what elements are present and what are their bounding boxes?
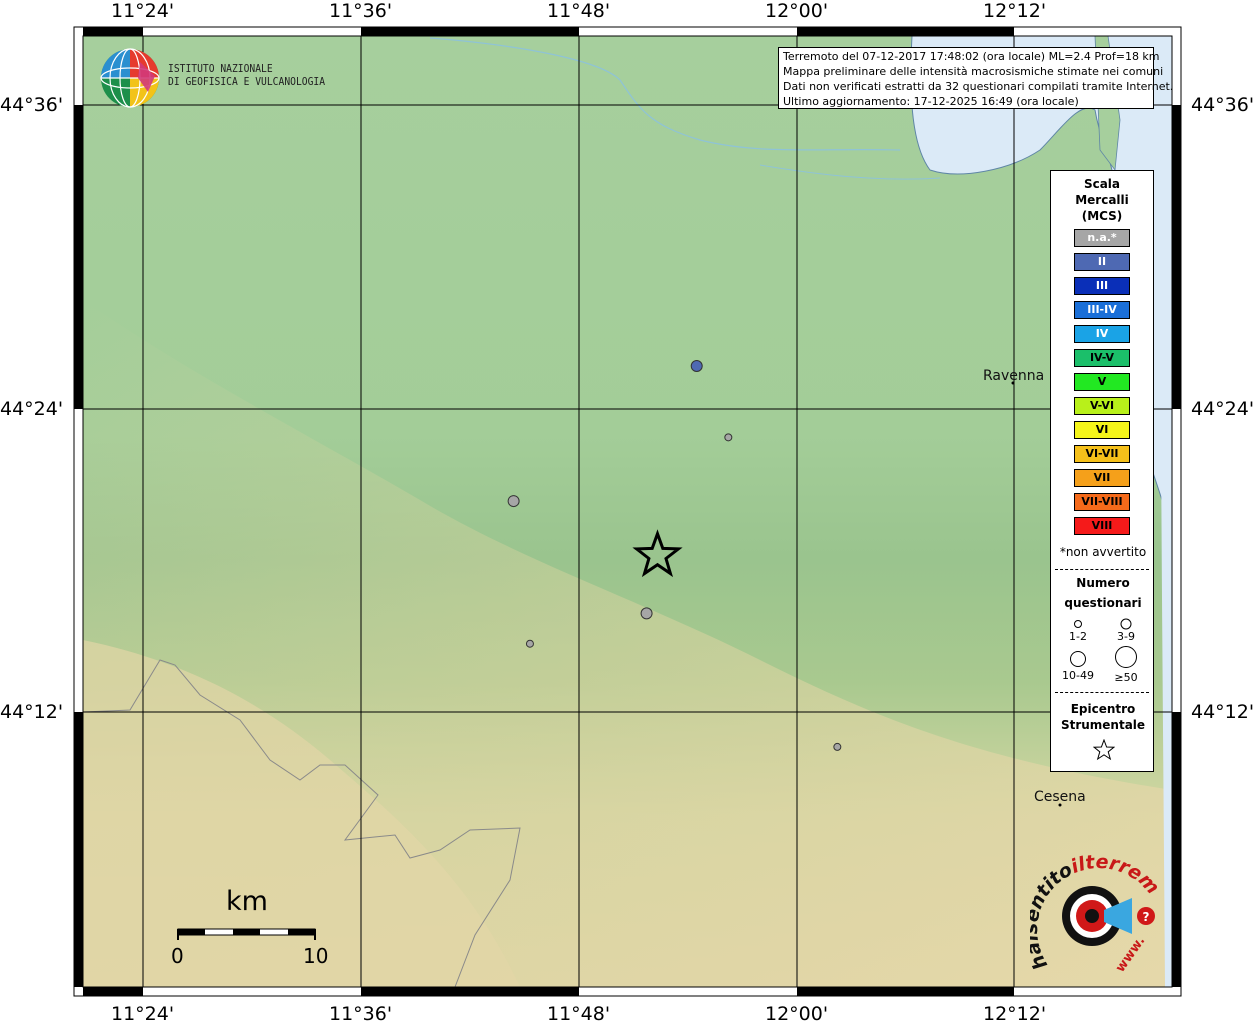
city-label-ravenna: Ravenna (983, 368, 1045, 384)
legend-separator (1055, 569, 1149, 570)
intensity-point[interactable] (690, 360, 703, 373)
event-info-box: Terremoto del 07-12-2017 17:48:02 (ora l… (778, 47, 1174, 109)
scale-start: 0 (171, 944, 184, 968)
count-title: Numero (1076, 576, 1130, 590)
intensity-point[interactable] (724, 433, 733, 442)
intensity-swatch: V (1074, 373, 1130, 391)
hsit-logo-text-a: haisentito (1030, 858, 1076, 973)
epicenter-legend-star-icon (1093, 739, 1115, 761)
intensity-swatch: n.a.* (1074, 229, 1130, 247)
intensity-swatch: IV-V (1074, 349, 1130, 367)
top-tick-label: 11°48' (547, 0, 611, 22)
count-symbol-small (1074, 620, 1082, 628)
bottom-tick-label: 11°36' (329, 1003, 393, 1025)
bottom-tick-label: 12°12' (983, 1003, 1047, 1025)
ingv-name-line1: ISTITUTO NAZIONALE (168, 63, 273, 75)
scale-end: 10 (303, 944, 329, 968)
count-label: 1-2 (1069, 630, 1087, 643)
bottom-tick-label: 12°00' (765, 1003, 829, 1025)
event-info-line: Dati non verificati estratti da 32 quest… (783, 80, 1174, 93)
ingv-name: ISTITUTO NAZIONALE DI GEOFISICA E VULCAN… (168, 63, 325, 89)
top-tick-label: 11°36' (329, 0, 393, 22)
hsit-logo-label: haisentitoilterremoto.it (1030, 855, 1164, 973)
count-symbol-large (1070, 651, 1086, 667)
left-tick-label: 44°12' (0, 701, 64, 723)
epicenter-title: Strumentale (1060, 718, 1146, 732)
city-label-cesena: Cesena (1034, 789, 1086, 805)
legend-title: Scala Mercalli (MCS) (1051, 176, 1153, 224)
intensity-swatch: VI (1074, 421, 1130, 439)
intensity-swatch: VI-VII (1074, 445, 1130, 463)
intensity-point[interactable] (833, 742, 842, 751)
hsit-logo-www: www. (1113, 934, 1148, 975)
right-tick-label: 44°36' (1191, 94, 1255, 116)
intensity-swatch: II (1074, 253, 1130, 271)
count-symbol-xlarge (1115, 646, 1137, 668)
left-tick-label: 44°24' (0, 398, 64, 420)
ingv-name-line2: DI GEOFISICA E VULCANOLOGIA (168, 76, 326, 88)
top-tick-label: 12°12' (983, 0, 1047, 22)
legend-title-line: Mercalli (1075, 193, 1129, 207)
left-tick-label: 44°36' (0, 94, 64, 116)
legend-panel: Scala Mercalli (MCS) n.a.* II III III-IV IV I… (1050, 170, 1154, 772)
count-label: ≥50 (1114, 671, 1138, 684)
ingv-logo-icon[interactable] (100, 48, 164, 110)
count-symbol-medium (1120, 618, 1132, 630)
count-label: 3-9 (1117, 630, 1135, 643)
right-tick-label: 44°24' (1191, 398, 1255, 420)
event-info-line: Mappa preliminare delle intensità macros… (783, 65, 1164, 78)
intensity-swatch: V-VI (1074, 397, 1130, 415)
intensity-swatch: III-IV (1074, 301, 1130, 319)
intensity-swatch: VII-VIII (1074, 493, 1130, 511)
hsit-logo-text[interactable]: haisentitoilterremoto.it www. (1030, 855, 1170, 985)
count-label: 10-49 (1062, 669, 1094, 682)
event-info-line: Terremoto del 07-12-2017 17:48:02 (ora l… (783, 50, 1160, 63)
top-tick-label: 12°00' (765, 0, 829, 22)
intensity-swatch: VII (1074, 469, 1130, 487)
intensity-point[interactable] (525, 639, 534, 648)
event-info-line: Ultimo aggiornamento: 17-12-2025 16:49 (… (783, 95, 1079, 108)
bottom-tick-label: 11°24' (111, 1003, 175, 1025)
legend-separator (1055, 692, 1149, 693)
right-tick-label: 44°12' (1191, 701, 1255, 723)
legend-title-line: (MCS) (1081, 209, 1123, 223)
legend-title-line: Scala (1083, 177, 1121, 191)
intensity-point[interactable] (640, 607, 653, 620)
scale-unit: km (226, 886, 268, 917)
count-title: questionari (1064, 596, 1142, 610)
not-felt-note: *non avvertito (1059, 545, 1147, 559)
intensity-point[interactable] (507, 495, 520, 508)
intensity-swatch: VIII (1074, 517, 1130, 535)
top-tick-label: 11°24' (111, 0, 175, 22)
intensity-swatch: IV (1074, 325, 1130, 343)
bottom-tick-label: 11°48' (547, 1003, 611, 1025)
intensity-swatch: III (1074, 277, 1130, 295)
